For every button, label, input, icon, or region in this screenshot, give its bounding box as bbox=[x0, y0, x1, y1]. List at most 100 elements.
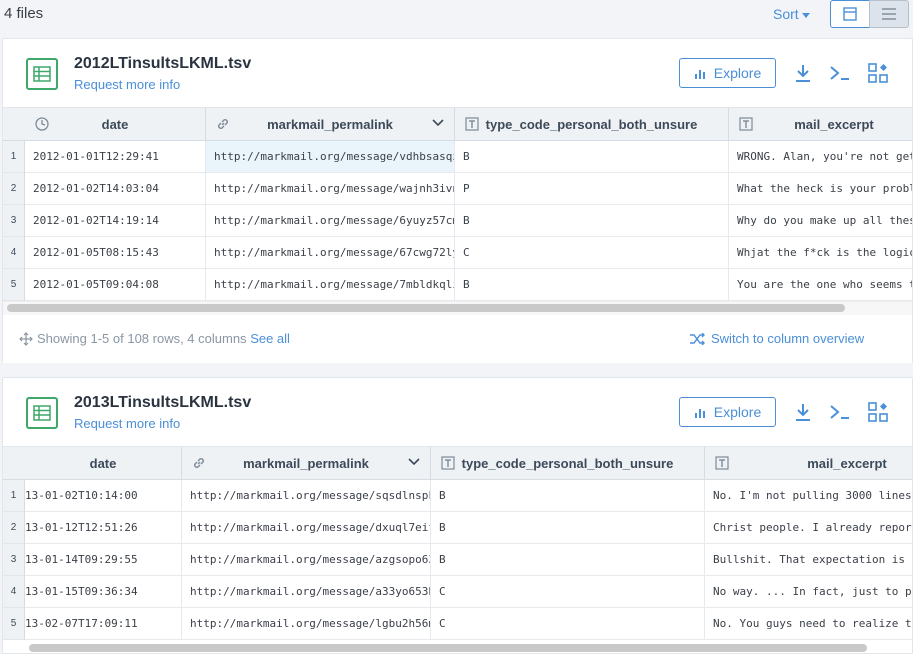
terminal-icon[interactable] bbox=[828, 61, 852, 85]
grid-view-button[interactable] bbox=[830, 0, 870, 28]
request-info-link[interactable]: Request more info bbox=[74, 77, 180, 92]
explore-button[interactable]: Explore bbox=[679, 58, 776, 88]
cell-excerpt[interactable]: No way. ... In fact, just to pr bbox=[705, 576, 912, 607]
row-number: 1 bbox=[3, 480, 24, 512]
table-row[interactable]: 13-01-14T09:29:55 http://markmail.org/me… bbox=[25, 544, 912, 576]
table-row[interactable]: 2012-01-05T08:15:43 http://markmail.org/… bbox=[25, 237, 912, 269]
file-card: 2012LTinsultsLKML.tsv Request more info … bbox=[2, 38, 913, 363]
table-row[interactable]: 2012-01-02T14:03:04 http://markmail.org/… bbox=[25, 173, 912, 205]
column-label: markmail_permalink bbox=[267, 117, 393, 132]
cell-date[interactable]: 13-01-12T12:51:26 bbox=[25, 512, 182, 543]
cell-excerpt[interactable]: Christ people. I already report bbox=[705, 512, 912, 543]
cell-permalink[interactable]: http://markmail.org/message/lgbu2h56m bbox=[182, 608, 431, 639]
table-row[interactable]: 13-01-15T09:36:34 http://markmail.org/me… bbox=[25, 576, 912, 608]
caret-down-icon bbox=[801, 12, 810, 18]
add-widget-icon[interactable] bbox=[866, 400, 890, 424]
cell-date[interactable]: 13-01-14T09:29:55 bbox=[25, 544, 182, 575]
cell-type-code[interactable]: C bbox=[431, 608, 705, 639]
column-header-date[interactable]: date bbox=[25, 108, 206, 141]
add-widget-icon[interactable] bbox=[866, 61, 890, 85]
rows-summary-text: Showing 1-5 of 108 rows, 4 columns bbox=[37, 331, 247, 346]
explore-button[interactable]: Explore bbox=[679, 397, 776, 427]
cell-date[interactable]: 13-01-15T09:36:34 bbox=[25, 576, 182, 607]
cell-date[interactable]: 2012-01-05T09:04:08 bbox=[25, 269, 206, 300]
column-header-markmail-permalink[interactable]: markmail_permalink bbox=[182, 447, 431, 480]
list-view-button[interactable] bbox=[869, 0, 909, 28]
cell-permalink[interactable]: http://markmail.org/message/vdhbsasqz bbox=[206, 141, 455, 172]
cell-date[interactable]: 2012-01-02T14:03:04 bbox=[25, 173, 206, 204]
cell-excerpt[interactable]: WRONG. Alan, you're not get bbox=[729, 141, 912, 172]
download-icon[interactable] bbox=[791, 400, 815, 424]
cell-excerpt[interactable]: No. You guys need to realize th bbox=[705, 608, 912, 639]
cell-date[interactable]: 2012-01-02T14:19:14 bbox=[25, 205, 206, 236]
explore-label: Explore bbox=[713, 404, 762, 420]
cell-permalink[interactable]: http://markmail.org/message/wajnh3ivn bbox=[206, 173, 455, 204]
cell-date[interactable]: 2012-01-01T12:29:41 bbox=[25, 141, 206, 172]
files-count: 4 files bbox=[4, 5, 44, 22]
cell-permalink[interactable]: http://markmail.org/message/azgsopo63 bbox=[182, 544, 431, 575]
table-row[interactable]: 13-01-12T12:51:26 http://markmail.org/me… bbox=[25, 512, 912, 544]
cell-excerpt[interactable]: You are the one who seems t bbox=[729, 269, 912, 300]
cell-type-code[interactable]: B bbox=[431, 480, 705, 511]
top-bar: 4 files Sort bbox=[0, 0, 913, 38]
chevron-down-icon[interactable] bbox=[432, 118, 444, 128]
terminal-icon[interactable] bbox=[828, 400, 852, 424]
row-number: 3 bbox=[3, 205, 24, 237]
bar-chart-icon bbox=[694, 70, 705, 79]
download-icon[interactable] bbox=[791, 61, 815, 85]
table-row[interactable]: 13-01-02T10:14:00 http://markmail.org/me… bbox=[25, 480, 912, 512]
cell-type-code[interactable]: P bbox=[455, 173, 729, 204]
table-row[interactable]: 2012-01-01T12:29:41 http://markmail.org/… bbox=[25, 141, 912, 173]
cell-type-code[interactable]: C bbox=[431, 576, 705, 607]
cell-date[interactable]: 13-02-07T17:09:11 bbox=[25, 608, 182, 639]
sort-button[interactable]: Sort bbox=[773, 6, 810, 22]
cell-permalink[interactable]: http://markmail.org/message/67cwg72ly bbox=[206, 237, 455, 268]
table-header: date markmail_permalink type_code_person… bbox=[3, 446, 912, 480]
spreadsheet-icon bbox=[26, 397, 58, 429]
see-all-link[interactable]: See all bbox=[250, 331, 290, 346]
column-header-mail-excerpt[interactable]: mail_excerpt bbox=[729, 108, 912, 141]
explore-label: Explore bbox=[713, 65, 762, 81]
switch-column-overview-link[interactable]: Switch to column overview bbox=[689, 331, 864, 346]
request-info-link[interactable]: Request more info bbox=[74, 416, 180, 431]
switch-label: Switch to column overview bbox=[711, 331, 865, 346]
cell-permalink[interactable]: http://markmail.org/message/7mbldkqli bbox=[206, 269, 455, 300]
cell-excerpt[interactable]: What the heck is your probl bbox=[729, 173, 912, 204]
cell-type-code[interactable]: B bbox=[431, 512, 705, 543]
horizontal-scrollbar[interactable] bbox=[29, 644, 867, 652]
cell-type-code[interactable]: B bbox=[431, 544, 705, 575]
file-name[interactable]: 2013LTinsultsLKML.tsv bbox=[74, 394, 251, 412]
table-row[interactable]: 13-02-07T17:09:11 http://markmail.org/me… bbox=[25, 608, 912, 640]
column-header-type-code[interactable]: type_code_personal_both_unsure bbox=[455, 108, 729, 141]
row-number-column: 1 2 3 4 5 bbox=[3, 141, 25, 301]
column-header-markmail-permalink[interactable]: markmail_permalink bbox=[206, 108, 455, 141]
column-header-mail-excerpt[interactable]: mail_excerpt bbox=[705, 447, 912, 480]
cell-excerpt[interactable]: Bullshit. That expectation is j bbox=[705, 544, 912, 575]
horizontal-scrollbar[interactable] bbox=[7, 304, 845, 312]
cell-permalink[interactable]: http://markmail.org/message/6yuyz57cm bbox=[206, 205, 455, 236]
move-icon bbox=[19, 332, 33, 346]
cell-type-code[interactable]: B bbox=[455, 269, 729, 300]
cell-excerpt[interactable]: No. I'm not pulling 3000 lines bbox=[705, 480, 912, 511]
file-name[interactable]: 2012LTinsultsLKML.tsv bbox=[74, 55, 251, 73]
table-row[interactable]: 2012-01-02T14:19:14 http://markmail.org/… bbox=[25, 205, 912, 237]
chevron-down-icon[interactable] bbox=[408, 457, 420, 467]
cell-date[interactable]: 2012-01-05T08:15:43 bbox=[25, 237, 206, 268]
column-label: date bbox=[89, 456, 117, 471]
cell-excerpt[interactable]: Why do you make up all thes bbox=[729, 205, 912, 236]
cell-permalink[interactable]: http://markmail.org/message/sqsdlnspk bbox=[182, 480, 431, 511]
sort-label: Sort bbox=[773, 6, 799, 22]
cell-date[interactable]: 13-01-02T10:14:00 bbox=[25, 480, 182, 511]
bar-chart-icon bbox=[694, 409, 705, 418]
cell-permalink[interactable]: http://markmail.org/message/a33yo653h bbox=[182, 576, 431, 607]
cell-type-code[interactable]: B bbox=[455, 205, 729, 236]
row-number: 2 bbox=[3, 512, 24, 544]
row-number: 4 bbox=[3, 237, 24, 269]
column-header-date[interactable]: date bbox=[25, 447, 182, 480]
table-row[interactable]: 2012-01-05T09:04:08 http://markmail.org/… bbox=[25, 269, 912, 301]
column-header-type-code[interactable]: type_code_personal_both_unsure bbox=[431, 447, 705, 480]
cell-type-code[interactable]: B bbox=[455, 141, 729, 172]
cell-excerpt[interactable]: Whjat the f*ck is the logic bbox=[729, 237, 912, 268]
cell-type-code[interactable]: C bbox=[455, 237, 729, 268]
cell-permalink[interactable]: http://markmail.org/message/dxuql7eif bbox=[182, 512, 431, 543]
